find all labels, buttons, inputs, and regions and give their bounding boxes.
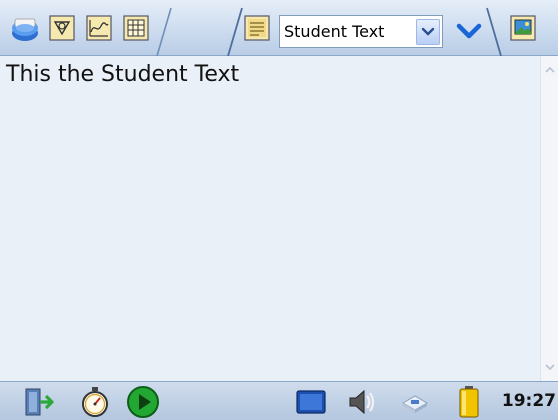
tools-button[interactable] xyxy=(47,13,77,43)
volume-button[interactable] xyxy=(344,385,378,419)
table-icon xyxy=(123,15,149,41)
speaker-icon xyxy=(349,389,375,415)
play-button[interactable] xyxy=(126,385,160,419)
exit-button[interactable] xyxy=(22,385,56,419)
image-icon xyxy=(510,15,536,41)
chevron-down-icon xyxy=(545,364,555,371)
folder-icon xyxy=(12,18,38,41)
screen-button[interactable] xyxy=(294,385,328,419)
student-text-page[interactable]: This the Student Text xyxy=(0,56,540,381)
exit-icon xyxy=(25,388,54,416)
page-select-dropdown-button[interactable] xyxy=(416,19,440,45)
play-icon xyxy=(127,386,159,418)
graph-button[interactable] xyxy=(84,13,114,43)
vertical-scrollbar[interactable] xyxy=(540,56,558,381)
table-button[interactable] xyxy=(121,13,151,43)
network-button[interactable] xyxy=(398,385,432,419)
battery-indicator[interactable] xyxy=(452,385,486,419)
student-text-content[interactable]: This the Student Text xyxy=(6,62,239,87)
folder-button[interactable] xyxy=(10,13,40,43)
image-button[interactable] xyxy=(508,13,538,43)
scroll-up-button[interactable] xyxy=(542,62,558,78)
top-toolbar: Student Text xyxy=(0,0,558,56)
battery-icon xyxy=(459,386,479,418)
stopwatch-icon xyxy=(82,387,108,417)
chevron-down-icon xyxy=(456,23,482,39)
active-tab-right-edge xyxy=(486,7,502,56)
active-tab-left-edge xyxy=(227,7,243,56)
page-select-value: Student Text xyxy=(284,22,385,41)
tab-separator xyxy=(156,7,172,56)
text-icon xyxy=(244,15,270,41)
taskbar: 19:27 xyxy=(0,381,558,420)
tools-icon xyxy=(49,15,75,41)
stopwatch-button[interactable] xyxy=(78,385,112,419)
text-button[interactable] xyxy=(242,13,272,43)
screen-icon xyxy=(296,390,326,414)
chevron-down-icon xyxy=(421,27,435,36)
chevron-up-icon xyxy=(545,66,555,73)
graph-icon xyxy=(86,15,112,41)
page-menu-button[interactable] xyxy=(452,17,486,47)
page-select[interactable]: Student Text xyxy=(279,15,443,48)
network-icon xyxy=(402,395,428,413)
scroll-down-button[interactable] xyxy=(542,359,558,375)
clock-time: 19:27 xyxy=(501,391,556,411)
